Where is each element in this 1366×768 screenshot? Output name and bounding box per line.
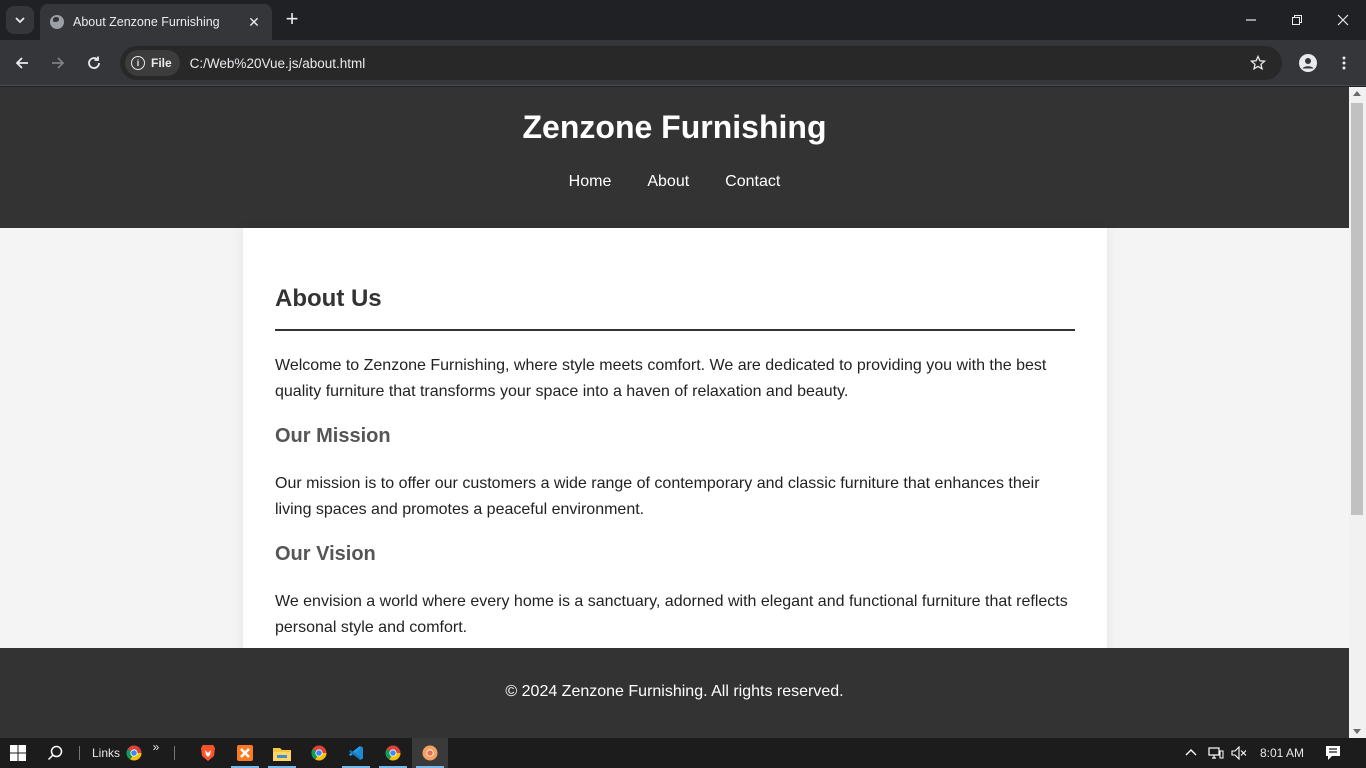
- vision-heading: Our Vision: [275, 543, 376, 565]
- tab-search-button[interactable]: [6, 6, 34, 34]
- site-title: Zenzone Furnishing: [522, 109, 827, 145]
- windows-taskbar: Links » 8:01 AM: [0, 738, 1366, 768]
- file-explorer-icon[interactable]: [264, 738, 300, 768]
- chrome-icon[interactable]: [301, 738, 337, 768]
- mission-paragraph: Our mission is to offer our customers a …: [275, 475, 1040, 518]
- brave-icon[interactable]: [190, 738, 226, 768]
- back-button[interactable]: [10, 51, 34, 75]
- restore-button[interactable]: [1285, 8, 1309, 32]
- address-bar[interactable]: i File C:/Web%20Vue.js/about.html: [120, 46, 1282, 80]
- chrome-active-icon[interactable]: [412, 738, 448, 768]
- mission-heading: Our Mission: [275, 425, 391, 447]
- arrow-left-icon: [15, 57, 28, 69]
- menu-button[interactable]: [1332, 51, 1356, 75]
- scroll-down-arrow-icon[interactable]: [1353, 729, 1361, 734]
- toolbar-separator: [174, 746, 175, 760]
- minimize-icon: [1246, 19, 1256, 21]
- content-card: About Us Welcome to Zenzone Furnishing, …: [243, 228, 1107, 668]
- nav-contact-link[interactable]: Contact: [725, 173, 780, 191]
- more-vertical-icon: [1342, 56, 1346, 70]
- reload-icon: [88, 56, 100, 69]
- notification-center-button[interactable]: [1318, 738, 1348, 768]
- intro-paragraph: Welcome to Zenzone Furnishing, where sty…: [275, 357, 1047, 400]
- site-footer: © 2024 Zenzone Furnishing. All rights re…: [0, 648, 1349, 738]
- start-button[interactable]: [0, 738, 36, 768]
- toolbar-separator: [79, 746, 80, 760]
- profile-button[interactable]: [1296, 51, 1320, 75]
- forward-button[interactable]: [46, 51, 70, 75]
- nav-about-link[interactable]: About: [647, 173, 689, 191]
- search-icon: [47, 745, 63, 761]
- page-heading: About Us: [275, 285, 382, 312]
- close-tab-icon[interactable]: ✕: [246, 14, 262, 31]
- vertical-scrollbar[interactable]: [1349, 87, 1366, 738]
- search-button[interactable]: [38, 738, 72, 768]
- footer-copyright: © 2024 Zenzone Furnishing. All rights re…: [505, 683, 844, 700]
- windows-logo-icon: [10, 745, 26, 761]
- profile-icon: [1299, 54, 1317, 72]
- bookmark-star-icon[interactable]: [1248, 55, 1268, 71]
- url-text[interactable]: C:/Web%20Vue.js/about.html: [190, 56, 1248, 71]
- page-viewport: Zenzone Furnishing Home About Contact Ab…: [0, 87, 1349, 738]
- scrollbar-thumb[interactable]: [1351, 103, 1363, 515]
- tab-title: About Zenzone Furnishing: [73, 15, 220, 29]
- site-info-chip[interactable]: i File: [125, 50, 180, 76]
- reload-button[interactable]: [82, 51, 106, 75]
- site-header: Zenzone Furnishing Home About Contact: [0, 87, 1349, 228]
- chevron-down-icon: [15, 17, 25, 24]
- tab-strip: About Zenzone Furnishing ✕ +: [0, 0, 1366, 40]
- new-tab-button[interactable]: +: [282, 8, 302, 32]
- clock-time[interactable]: 8:01 AM: [1254, 738, 1310, 768]
- site-nav: Home About Contact: [0, 173, 1349, 191]
- links-overflow-button[interactable]: »: [149, 732, 163, 762]
- active-tab[interactable]: About Zenzone Furnishing ✕: [40, 4, 272, 40]
- close-window-button[interactable]: [1331, 8, 1355, 32]
- scroll-up-arrow-icon[interactable]: [1353, 91, 1361, 96]
- info-icon: i: [131, 56, 145, 70]
- chrome-link-icon[interactable]: [123, 738, 145, 768]
- globe-icon: [50, 15, 64, 29]
- chevron-up-icon: [1185, 749, 1197, 756]
- vscode-icon[interactable]: [338, 738, 374, 768]
- volume-muted-icon[interactable]: [1229, 738, 1249, 768]
- show-hidden-icons-button[interactable]: [1182, 738, 1200, 768]
- vision-paragraph: We envision a world where every home is …: [275, 593, 1068, 636]
- close-icon: [1337, 14, 1349, 26]
- browser-toolbar: i File C:/Web%20Vue.js/about.html: [0, 40, 1366, 86]
- chrome-dev-icon[interactable]: [375, 738, 411, 768]
- site-info-label: File: [151, 56, 172, 70]
- minimize-button[interactable]: [1239, 8, 1263, 32]
- xampp-icon[interactable]: [227, 738, 263, 768]
- restore-icon: [1292, 15, 1302, 25]
- nav-home-link[interactable]: Home: [569, 173, 612, 191]
- network-icon[interactable]: [1206, 738, 1226, 768]
- arrow-right-icon: [52, 57, 65, 69]
- links-toolbar-label[interactable]: Links: [91, 738, 121, 768]
- heading-divider: [275, 329, 1075, 331]
- notification-icon: [1326, 746, 1340, 760]
